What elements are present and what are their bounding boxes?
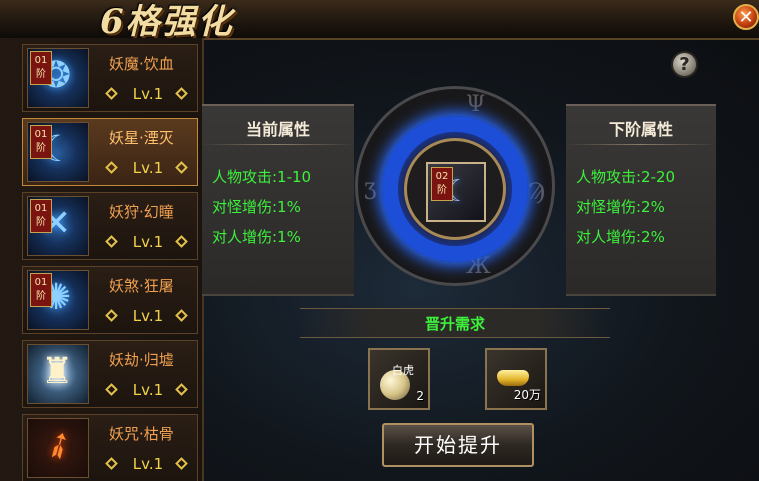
gold-ingot-icon (497, 370, 529, 386)
current-attributes-panel: 当前属性 人物攻击:1-10 对怪增伤:1% 对人增伤:1% (202, 104, 354, 296)
material-slot-gold[interactable]: 20万 (485, 348, 547, 410)
blue-crossed-blades-emblem-icon: ✕ 01阶 (27, 196, 89, 256)
item-name: 妖狩·幻瞳 (109, 203, 174, 221)
blue-flame-emblem-icon: ❂ 01阶 (27, 48, 89, 108)
title-bar: 6格强化 ✕ (0, 0, 759, 42)
attribute-line: 对人增伤:2% (576, 228, 665, 246)
rune-glyph-icon: Ψ (466, 92, 486, 117)
question-icon[interactable]: ? (671, 51, 698, 78)
sidebar-item-yaoshou[interactable]: ✕ 01阶 妖狩·幻瞳 Lv.1 (22, 192, 198, 260)
sidebar-item-yaomo[interactable]: ❂ 01阶 妖魔·饮血 Lv.1 (22, 44, 198, 112)
tier-badge: 01阶 (30, 199, 52, 233)
panel-title: 下阶属性 (608, 120, 673, 139)
window-title: 6格强化 (100, 2, 234, 42)
tier-badge: 01阶 (30, 125, 52, 159)
start-upgrade-button[interactable]: 开始提升 (382, 423, 534, 467)
next-attributes-panel: 下阶属性 人物攻击:2-20 对怪增伤:2% 对人增伤:2% (566, 104, 716, 296)
material-quantity: 2 (416, 389, 424, 403)
forge-window: 6格强化 ✕ ❂ 01阶 妖魔·饮血 Lv.1 ☾ 01阶 妖星·湮灭 Lv.1… (0, 0, 759, 481)
fire-feather-icon: ➶ (27, 418, 89, 478)
attribute-line: 对怪增伤:2% (576, 198, 665, 216)
divider (202, 144, 354, 145)
item-name: 妖魔·饮血 (109, 55, 174, 73)
center-item-slot[interactable]: ☾ 02阶 (426, 162, 486, 222)
attribute-line: 对怪增伤:1% (212, 198, 301, 216)
sidebar: ❂ 01阶 妖魔·饮血 Lv.1 ☾ 01阶 妖星·湮灭 Lv.1 ✕ 01阶 … (0, 38, 204, 481)
tier-badge: 01阶 (30, 273, 52, 307)
rune-glyph-icon: Ӡ (364, 180, 377, 205)
attribute-line: 人物攻击:2-20 (576, 168, 676, 186)
attribute-line: 人物攻击:1-10 (212, 168, 312, 186)
blue-crescent-emblem-icon: ☾ 01阶 (27, 122, 89, 182)
material-quantity: 20万 (513, 388, 541, 402)
material-slot-baihu[interactable]: 白虎 2 (368, 348, 430, 410)
sidebar-item-yaojie[interactable]: ♜ 妖劫·归墟 Lv.1 (22, 340, 198, 408)
blue-beast-emblem-icon: ✺ 01阶 (27, 270, 89, 330)
item-name: 妖煞·狂屠 (109, 277, 174, 295)
divider (566, 144, 716, 145)
requirements-header: 晋升需求 (300, 308, 610, 338)
item-name: 妖咒·枯骨 (109, 425, 174, 443)
white-armor-figure-icon: ♜ (27, 344, 89, 404)
panel-title: 当前属性 (245, 120, 310, 139)
item-name: 妖劫·归墟 (109, 351, 174, 369)
material-label: 白虎 (392, 364, 414, 377)
sidebar-item-yaoxing[interactable]: ☾ 01阶 妖星·湮灭 Lv.1 (22, 118, 198, 186)
requirements-title: 晋升需求 (424, 315, 485, 333)
item-name: 妖星·湮灭 (109, 129, 174, 147)
attribute-line: 对人增伤:1% (212, 228, 301, 246)
sidebar-item-yaosha[interactable]: ✺ 01阶 妖煞·狂屠 Lv.1 (22, 266, 198, 334)
rune-glyph-icon: Ϡ (528, 180, 546, 205)
close-icon[interactable]: ✕ (733, 4, 759, 30)
tier-badge: 02阶 (431, 167, 453, 201)
sidebar-item-yaozhou[interactable]: ➶ 妖咒·枯骨 Lv.1 (22, 414, 198, 481)
tier-badge: 01阶 (30, 51, 52, 85)
